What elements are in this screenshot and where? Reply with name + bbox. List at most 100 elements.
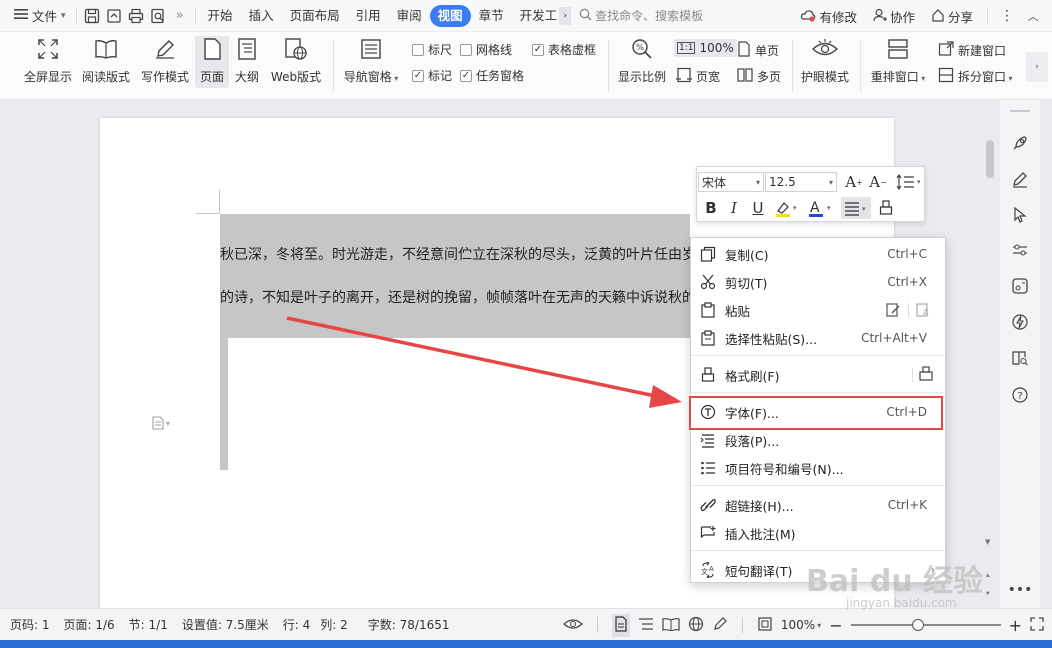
- rocket-icon[interactable]: [1010, 133, 1030, 153]
- fullscreen-toggle-icon[interactable]: [1030, 616, 1044, 634]
- zoom-level-dropdown[interactable]: 100% ▾: [781, 618, 821, 632]
- status-pages[interactable]: 页面: 1/6: [64, 616, 115, 633]
- lightning-icon[interactable]: [1010, 312, 1030, 332]
- tab-home[interactable]: 开始: [200, 5, 241, 27]
- status-setting-value[interactable]: 设置值: 7.5厘米: [182, 616, 269, 633]
- zoom-100-button[interactable]: 1:1 100%: [674, 39, 737, 57]
- marks-checkbox[interactable]: ✓ 标记: [412, 67, 452, 84]
- highlight-color-icon[interactable]: ▾: [773, 197, 801, 219]
- outline-view-status-icon[interactable]: [638, 617, 654, 634]
- paste-keep-format-icon[interactable]: [885, 301, 901, 320]
- outline-button[interactable]: 大纲: [233, 36, 261, 85]
- eye-protection-icon[interactable]: [562, 617, 583, 634]
- paste-text-only-icon[interactable]: A: [915, 301, 931, 320]
- zoom-out-icon[interactable]: −: [829, 616, 842, 635]
- split-window-button[interactable]: 拆分窗口 ▾: [938, 67, 1013, 86]
- menu-item-format-painter[interactable]: 格式刷(F): [691, 361, 945, 389]
- status-column[interactable]: 列: 2: [320, 616, 348, 633]
- page-view-status-icon[interactable]: [611, 613, 630, 637]
- font-color-icon[interactable]: A ▾: [807, 197, 835, 219]
- template-icon[interactable]: [1010, 276, 1030, 296]
- writing-mode-button[interactable]: 写作模式: [139, 36, 191, 85]
- file-menu[interactable]: 文件 ▾: [8, 4, 72, 28]
- status-page-number[interactable]: 页码: 1: [10, 616, 50, 633]
- multi-page-button[interactable]: 多页: [737, 67, 781, 86]
- scrollbar-thumb[interactable]: [986, 140, 994, 178]
- zoom-slider[interactable]: [850, 619, 1001, 631]
- menu-item-paragraph[interactable]: 段落(P)...: [691, 426, 945, 454]
- tab-developer[interactable]: 开发工: [512, 5, 560, 27]
- command-search[interactable]: 查找命令、搜索模板: [579, 7, 703, 24]
- brush-stamp-icon[interactable]: [917, 365, 935, 385]
- table-grid-checkbox[interactable]: ✓ 表格虚框: [532, 41, 596, 58]
- tab-view[interactable]: 视图: [429, 4, 471, 27]
- vertical-scrollbar[interactable]: [984, 118, 996, 608]
- fit-zoom-icon[interactable]: [757, 616, 773, 635]
- print-preview-icon[interactable]: [147, 5, 169, 27]
- more-quick-access-icon[interactable]: »: [169, 5, 191, 27]
- menu-item-paste-special[interactable]: 选择性粘贴(S)... Ctrl+Alt+V: [691, 324, 945, 352]
- zoom-in-icon[interactable]: +: [1009, 616, 1022, 635]
- menu-item-hyperlink[interactable]: 超链接(H)... Ctrl+K: [691, 491, 945, 519]
- line-spacing-icon[interactable]: ▾: [893, 171, 923, 193]
- status-row[interactable]: 行: 4: [283, 616, 311, 633]
- zoom-ratio-button[interactable]: % 显示比例: [616, 36, 668, 85]
- share-button[interactable]: 分享: [925, 4, 979, 28]
- document-text-line[interactable]: 的诗，不知是叶子的离开，还是树的挽留，帧帧落叶在无声的天籁中诉说秋的: [220, 287, 690, 307]
- italic-icon[interactable]: I: [723, 197, 745, 219]
- new-window-button[interactable]: 新建窗口: [938, 41, 1006, 60]
- tab-review[interactable]: 审阅: [389, 5, 430, 27]
- fullscreen-button[interactable]: 全屏显示: [22, 36, 74, 85]
- menu-item-copy[interactable]: 复制(C) Ctrl+C: [691, 240, 945, 268]
- help-icon[interactable]: ?: [1010, 385, 1030, 405]
- export-pdf-icon[interactable]: [103, 5, 125, 27]
- format-painter-icon[interactable]: [875, 197, 897, 219]
- menu-item-cut[interactable]: 剪切(T) Ctrl+X: [691, 268, 945, 296]
- more-horizontal-icon[interactable]: •••: [1008, 580, 1033, 600]
- font-size-select[interactable]: 12.5 ▾: [765, 172, 837, 192]
- more-options-icon[interactable]: ⋮: [996, 5, 1018, 27]
- paragraph-options-icon[interactable]: ▾: [152, 416, 170, 430]
- next-page-icon[interactable]: ⯆: [985, 590, 991, 599]
- gridlines-checkbox[interactable]: 网格线: [460, 41, 512, 58]
- cursor-select-icon[interactable]: [1010, 205, 1030, 225]
- tab-references[interactable]: 引用: [348, 5, 389, 27]
- ribbon-scroll-right-icon[interactable]: ›: [1026, 52, 1048, 82]
- web-view-status-icon[interactable]: [688, 616, 704, 635]
- page-width-button[interactable]: 页宽: [676, 67, 720, 86]
- reading-view-status-icon[interactable]: [662, 617, 680, 634]
- status-section[interactable]: 节: 1/1: [129, 616, 168, 633]
- reading-layout-button[interactable]: 阅读版式: [80, 36, 132, 85]
- increase-font-icon[interactable]: A +: [843, 171, 865, 193]
- modified-indicator[interactable]: 有修改: [794, 4, 863, 28]
- scroll-down-arrow-icon[interactable]: ▼: [985, 538, 990, 546]
- decrease-font-icon[interactable]: A −: [867, 171, 889, 193]
- writing-view-status-icon[interactable]: [712, 616, 728, 635]
- document-text-line[interactable]: 秋已深，冬将至。时光游走，不经意间伫立在深秋的尽头，泛黄的叶片任由岁: [220, 244, 690, 264]
- status-word-count[interactable]: 字数: 78/1651: [368, 616, 450, 633]
- tab-insert[interactable]: 插入: [241, 5, 282, 27]
- menu-item-insert-comment[interactable]: 插入批注(M): [691, 519, 945, 547]
- pen-edit-icon[interactable]: [1010, 170, 1030, 190]
- prev-page-icon[interactable]: ⯅: [985, 572, 991, 581]
- task-pane-checkbox[interactable]: ✓ 任务窗格: [460, 67, 524, 84]
- zoom-slider-knob[interactable]: [912, 619, 925, 631]
- book-search-icon[interactable]: [1010, 348, 1030, 368]
- align-icon[interactable]: ▾: [841, 197, 871, 219]
- web-layout-button[interactable]: Web版式: [268, 36, 324, 85]
- print-icon[interactable]: [125, 5, 147, 27]
- collapse-ribbon-icon[interactable]: ︿: [1022, 5, 1044, 27]
- eye-mode-button[interactable]: 护眼模式: [799, 36, 851, 85]
- page-view-button[interactable]: 页面: [195, 36, 229, 88]
- settings-sliders-icon[interactable]: [1010, 240, 1030, 260]
- tab-chapter[interactable]: 章节: [471, 5, 512, 27]
- tabs-scroll-right-icon[interactable]: ›: [559, 6, 572, 25]
- menu-item-paste[interactable]: 粘贴 A: [691, 296, 945, 324]
- tab-page-layout[interactable]: 页面布局: [282, 5, 348, 27]
- save-icon[interactable]: [81, 5, 103, 27]
- ruler-checkbox[interactable]: 标尺: [412, 41, 452, 58]
- rearrange-window-button[interactable]: 重排窗口 ▾: [868, 36, 928, 85]
- collab-button[interactable]: 协作: [867, 4, 921, 28]
- menu-item-bullets-numbering[interactable]: 项目符号和编号(N)...: [691, 454, 945, 482]
- single-page-button[interactable]: 单页: [737, 41, 779, 60]
